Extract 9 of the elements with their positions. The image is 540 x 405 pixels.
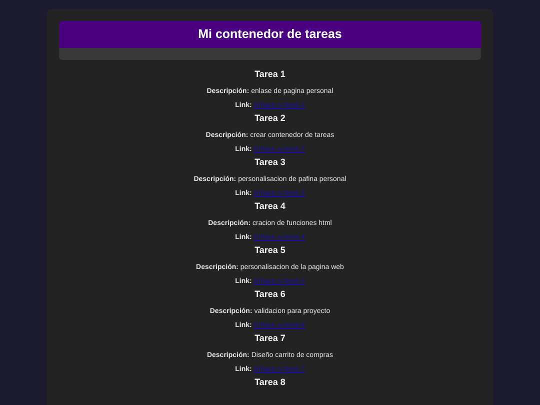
task-title: Tarea 6 — [254, 288, 286, 301]
task-title: Tarea 3 — [254, 156, 286, 169]
task-title: Tarea 7 — [254, 332, 286, 345]
page-title: Mi contenedor de tareas — [59, 21, 481, 48]
task-title: Tarea 5 — [254, 244, 286, 257]
task-title: Tarea 4 — [254, 200, 286, 213]
task-title: Tarea 2 — [254, 112, 286, 125]
task-title: Tarea 1 — [254, 68, 286, 81]
task-title: Tarea 8 — [254, 376, 286, 389]
